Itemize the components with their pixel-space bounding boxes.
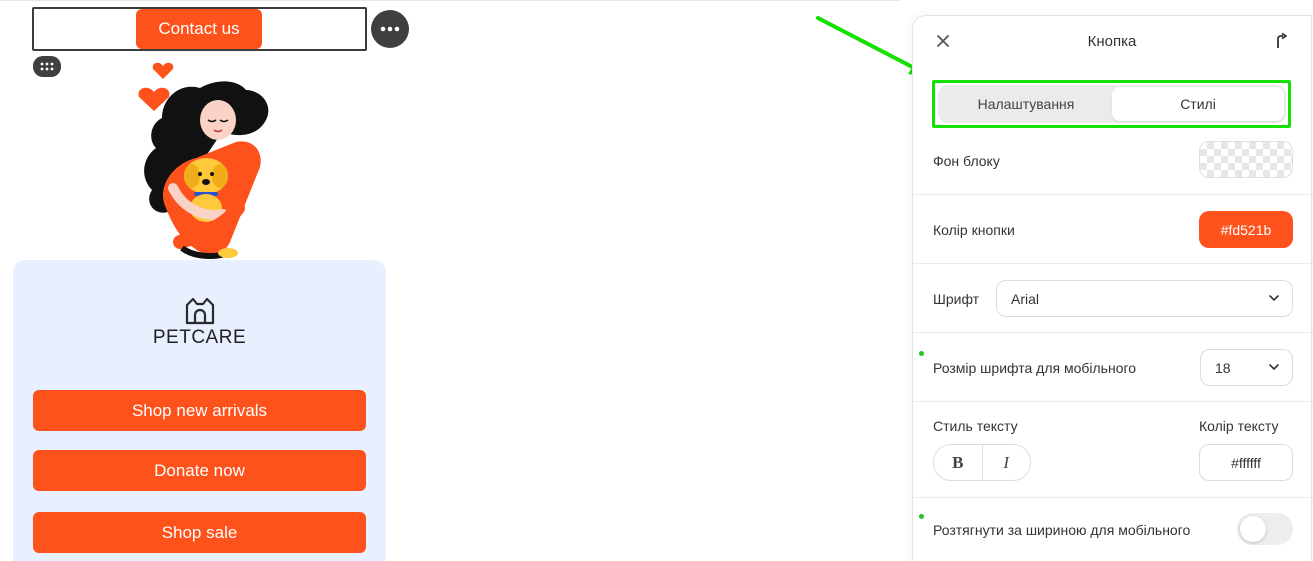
row-font: Шрифт Arial [913,263,1313,332]
text-style-label: Стиль тексту [933,418,1018,434]
more-options-button[interactable] [371,10,409,48]
row-mobile-font-size: Розмір шрифта для мобільного 18 [913,332,1313,401]
text-style-buttons: B I [933,444,1031,481]
donate-now-button[interactable]: Donate now [33,450,366,491]
mobile-font-size-value: 18 [1215,359,1231,376]
button-settings-panel: Кнопка Налаштування Стилі Фон блоку Колі… [912,15,1313,561]
shop-sale-button[interactable]: Shop sale [33,512,366,553]
close-icon [937,35,949,47]
drag-dots-icon [40,62,54,71]
heart-icon [152,62,174,79]
toggle-knob [1240,516,1266,542]
shop-new-arrivals-button[interactable]: Shop new arrivals [33,390,366,431]
italic-button[interactable]: I [981,445,1031,480]
email-canvas: Contact us PETCARE Shop new arrivals Don… [0,0,930,561]
arrow-turn-up-icon [1277,33,1287,48]
panel-tabs: Налаштування Стилі [938,85,1286,123]
text-color-input[interactable]: #ffffff [1199,444,1293,481]
panel-title: Кнопка [1087,32,1137,50]
bold-button[interactable]: B [934,445,982,480]
chevron-down-icon [1269,295,1279,302]
button-color-label: Колір кнопки [933,222,1015,238]
more-horizontal-icon [380,26,400,32]
logo-text: PETCARE [152,327,247,348]
tab-styles[interactable]: Стилі [1112,87,1284,121]
row-button-color: Колір кнопки #fd521b [913,194,1313,263]
font-select[interactable]: Arial [996,280,1293,317]
font-label: Шрифт [933,291,980,307]
mobile-indicator-dot [919,351,924,356]
contact-us-button[interactable]: Contact us [136,9,262,49]
mobile-indicator-dot [919,514,924,519]
stretch-mobile-label: Розтягнути за шириною для мобільного [933,522,1191,538]
move-up-button[interactable] [1271,30,1293,52]
woman-hugging-dog-illustration [138,62,269,259]
button-color-swatch[interactable]: #fd521b [1199,211,1293,248]
drag-handle[interactable] [33,56,61,77]
font-select-value: Arial [1011,290,1040,307]
mobile-font-size-label: Розмір шрифта для мобільного [933,360,1137,376]
row-block-bg: Фон блоку [913,140,1313,194]
block-bg-swatch[interactable] [1199,141,1293,178]
tab-settings[interactable]: Налаштування [940,87,1112,121]
row-stretch-mobile: Розтягнути за шириною для мобільного [913,497,1313,561]
panel-header: Кнопка [913,16,1311,66]
petcare-logo: PETCARE [13,297,386,349]
close-button[interactable] [933,31,953,51]
chevron-down-icon [1269,364,1279,371]
stretch-mobile-toggle[interactable] [1237,513,1293,545]
block-bg-label: Фон блоку [933,153,1000,169]
content-card: PETCARE Shop new arrivals Donate now Sho… [13,260,386,561]
row-text-style: Стиль тексту Колір тексту B I #ffffff [913,401,1313,497]
top-divider [0,0,900,1]
cat-house-icon [185,297,214,325]
text-color-label: Колір тексту [1199,418,1279,434]
mobile-font-size-select[interactable]: 18 [1200,349,1293,386]
